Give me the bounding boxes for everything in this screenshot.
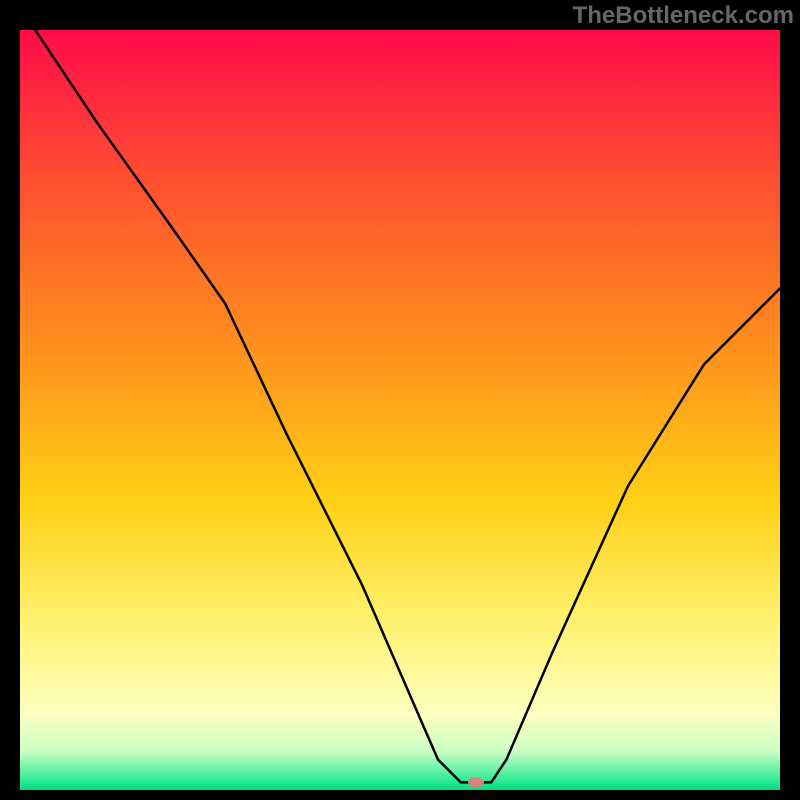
chart-svg <box>20 30 780 790</box>
watermark-text: TheBottleneck.com <box>573 2 794 30</box>
minimum-marker <box>468 777 484 787</box>
chart-plot-area <box>20 30 780 790</box>
chart-background <box>20 30 780 790</box>
